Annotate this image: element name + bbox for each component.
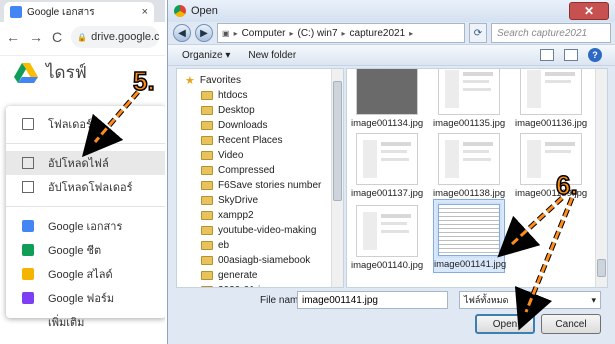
step-5-label: 5. (132, 65, 155, 97)
arrow-step5 (81, 90, 140, 158)
step-6-label: 6. (555, 169, 578, 201)
annotation-arrows (81, 90, 575, 331)
